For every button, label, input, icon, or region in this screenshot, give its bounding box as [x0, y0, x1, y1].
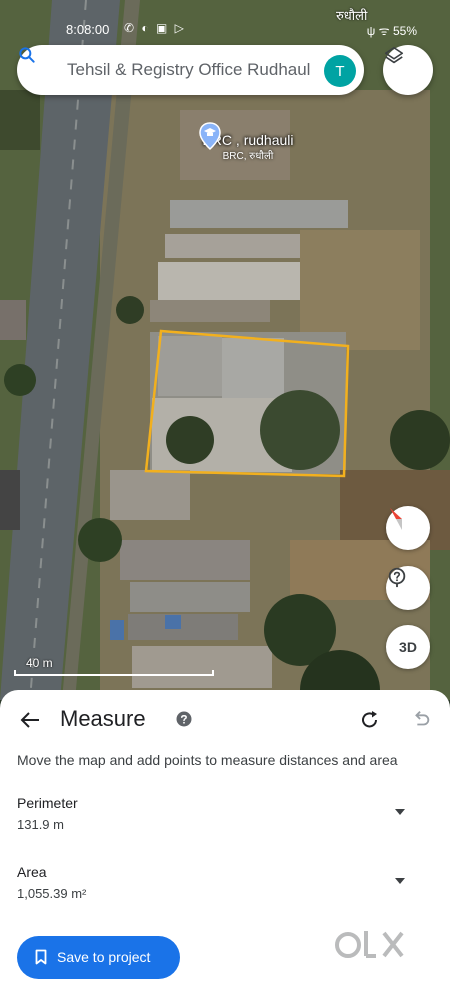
measure-instructions: Move the map and add points to measure d…	[17, 752, 398, 768]
measure-sheet: Measure Move the map and add points to m…	[0, 690, 450, 1000]
search-icon	[19, 47, 35, 63]
undo-icon[interactable]	[410, 708, 432, 730]
layers-icon	[384, 46, 404, 64]
area-label: Area	[17, 864, 47, 880]
satellite-imagery	[0, 0, 450, 700]
notification-icons: ✆ ◐ ▣ ▷	[124, 21, 186, 35]
back-arrow-icon[interactable]	[18, 708, 42, 732]
status-bar: 8:08:00 ✆ ◐ ▣ ▷ ψ ᯤ 55%	[0, 0, 450, 40]
bookmark-icon	[35, 949, 47, 965]
save-to-project-button[interactable]: Save to project	[17, 936, 180, 979]
location-pin-button[interactable]	[386, 566, 430, 610]
perimeter-label: Perimeter	[17, 795, 78, 811]
olx-watermark-logo	[335, 931, 404, 958]
status-right: ψ ᯤ 55%	[366, 24, 417, 38]
satellite-map[interactable]: रुधौली 8:08:00 ✆ ◐ ▣ ▷ ψ ᯤ 55% Tehsil & …	[0, 0, 450, 700]
place-subtitle: BRC, रुधौली	[222, 151, 274, 162]
avatar[interactable]: T	[324, 55, 356, 87]
perimeter-row[interactable]: Perimeter 131.9 m	[17, 795, 427, 832]
search-bar[interactable]: Tehsil & Registry Office Rudhaul T	[17, 45, 364, 95]
status-time: 8:08:00	[66, 22, 110, 37]
save-button-label: Save to project	[57, 949, 151, 965]
chevron-down-icon[interactable]	[395, 809, 405, 815]
layers-button[interactable]	[383, 45, 433, 95]
area-row[interactable]: Area 1,055.39 m²	[17, 864, 427, 901]
search-input[interactable]: Tehsil & Registry Office Rudhaul	[67, 60, 325, 80]
place-marker[interactable]: BRC , rudhauli BRC, रुधौली	[198, 122, 298, 162]
school-pin-icon	[199, 122, 221, 150]
scale-label: 40 m	[26, 656, 53, 670]
refresh-icon[interactable]	[358, 708, 382, 732]
chevron-down-icon[interactable]	[395, 878, 405, 884]
perimeter-value: 131.9 m	[17, 817, 64, 832]
compass-icon	[390, 508, 402, 530]
location-question-icon	[388, 567, 406, 588]
compass-button[interactable]	[386, 506, 430, 550]
3d-view-button[interactable]: 3D	[386, 625, 430, 669]
scale-line	[14, 670, 214, 676]
help-icon[interactable]	[176, 711, 192, 727]
page-title: Measure	[60, 706, 146, 731]
scale-bar: 40 m	[14, 656, 214, 676]
area-value: 1,055.39 m²	[17, 886, 87, 901]
